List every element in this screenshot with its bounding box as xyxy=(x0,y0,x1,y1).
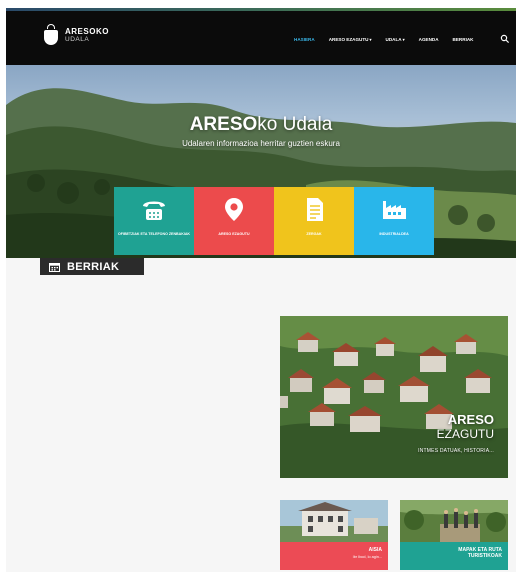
site-logo[interactable]: ARESOKO UDALA xyxy=(43,24,109,46)
chevron-down-icon: ▾ xyxy=(402,37,405,42)
nav-item-hasiera[interactable]: HASIERA xyxy=(294,37,315,42)
tile-label: ZERGAK xyxy=(306,232,322,236)
card-mapak-eta-ruta[interactable]: MAPAK ETA RUTA TURISTIKOAK xyxy=(400,500,508,570)
card-title: MAPAK ETA RUTA TURISTIKOAK xyxy=(458,547,502,559)
search-icon[interactable] xyxy=(500,34,510,44)
promo-areso-ezagutu[interactable]: ARESO EZAGUTU INTMES DATUAK, HISTORIA... xyxy=(280,316,508,478)
news-section-title: BERRIAK xyxy=(67,260,120,273)
nav-item-berriak[interactable]: BERRIAK xyxy=(453,37,474,42)
tile-label: OFIBETZIAK ETA TELEFONO ZENBAKIAK xyxy=(117,232,191,236)
hero-title: ARESOko Udala xyxy=(189,114,333,135)
chevron-down-icon: ▾ xyxy=(369,37,372,42)
factory-icon xyxy=(383,201,406,219)
card-subtitle: Ibr Ibod, lo agin... xyxy=(352,555,382,559)
nav-item-udala[interactable]: UDALA▾ xyxy=(386,37,405,42)
nav-item-areso-ezagutu[interactable]: ARESO EZAGUTU▾ xyxy=(329,37,372,42)
quick-access-tiles: OFIBETZIAK ETA TELEFONO ZENBAKIAK ARESO … xyxy=(114,187,434,255)
location-pin-icon xyxy=(225,198,243,221)
page: ARESOKO UDALA HASIERA ARESO EZAGUTU▾ UDA… xyxy=(6,8,516,572)
top-navigation-bar: ARESOKO UDALA HASIERA ARESO EZAGUTU▾ UDA… xyxy=(6,8,516,65)
promo-subtitle: INTMES DATUAK, HISTORIA... xyxy=(418,448,494,454)
card-title: AISIA xyxy=(368,547,382,553)
tile-label: ARESO EZAGUTU xyxy=(218,232,250,236)
promo-title: ARESO EZAGUTU xyxy=(436,412,494,442)
news-section-heading[interactable]: BERRIAK xyxy=(40,258,144,275)
coat-of-arms-icon xyxy=(43,24,59,46)
accent-stripe xyxy=(6,8,516,11)
main-nav: HASIERA ARESO EZAGUTU▾ UDALA▾ AGENDA BER… xyxy=(294,34,510,44)
logo-subtitle: UDALA xyxy=(65,35,90,43)
tile-areso-ezagutu[interactable]: ARESO EZAGUTU xyxy=(194,187,274,255)
hikers-photo xyxy=(400,500,508,542)
tile-industrialdea[interactable]: INDUSTRIALDEA xyxy=(354,187,434,255)
tile-zergak[interactable]: ZERGAK xyxy=(274,187,354,255)
building-photo xyxy=(280,500,388,542)
phone-icon xyxy=(143,201,165,220)
document-icon xyxy=(307,198,323,221)
nav-item-agenda[interactable]: AGENDA xyxy=(419,37,439,42)
logo-title: ARESOKO xyxy=(65,26,109,36)
tile-label: INDUSTRIALDEA xyxy=(379,232,409,236)
hero-subtitle: Udalaren informazioa herritar guztien es… xyxy=(182,139,340,148)
calendar-icon xyxy=(49,262,60,272)
tile-phone-numbers[interactable]: OFIBETZIAK ETA TELEFONO ZENBAKIAK xyxy=(114,187,194,255)
card-aisia[interactable]: AISIA Ibr Ibod, lo agin... xyxy=(280,500,388,570)
